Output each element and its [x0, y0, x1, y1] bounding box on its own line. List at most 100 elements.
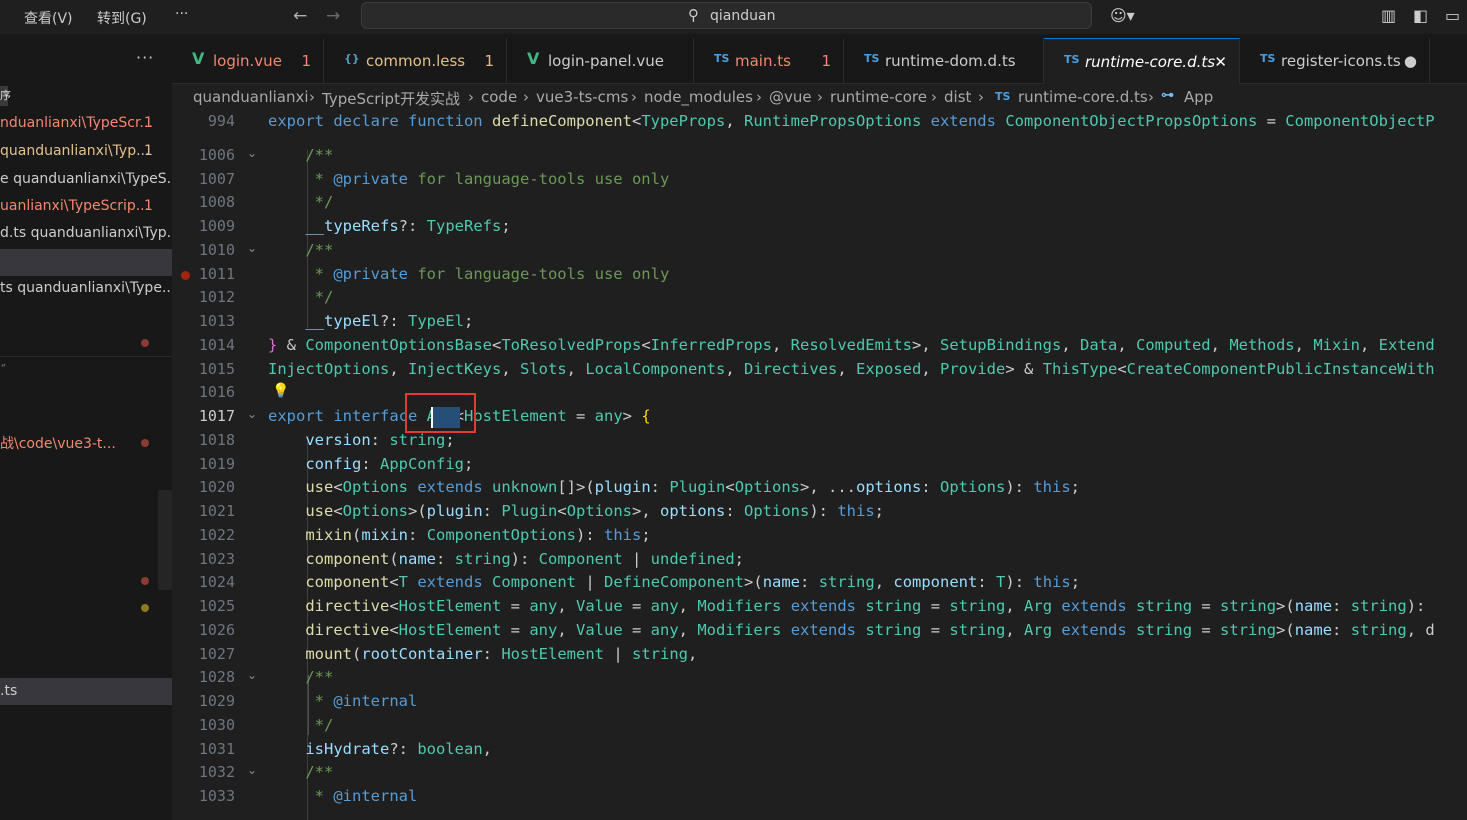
tab-runtime-dom-d-ts[interactable]: TS runtime-dom.d.ts [844, 38, 1044, 84]
code-line[interactable]: 1016 [172, 381, 1467, 405]
less-file-icon: {} [344, 52, 360, 65]
code-line[interactable]: 1029 * @internal [172, 690, 1467, 714]
command-search-input[interactable]: ⚲ qianduan [361, 2, 1092, 29]
typescript-file-icon: TS [714, 52, 730, 65]
layout-panels-icon[interactable]: ▥ [1381, 6, 1396, 25]
vue-file-icon: V [527, 49, 540, 68]
line-number: 1014 [198, 336, 235, 354]
breadcrumb-item[interactable]: runtime-core [830, 88, 927, 106]
sidebar-open-editor-item[interactable]: nduanlianxi\TypeScr... 1 [0, 110, 172, 137]
code-line[interactable]: 1025 directive<HostElement = any, Value … [172, 595, 1467, 619]
breadcrumb-item[interactable]: node_modules [644, 88, 753, 106]
open-editor-name: uanlianxi\TypeScrip... [0, 198, 150, 214]
code-line[interactable]: 1009 __typeRefs?: TypeRefs; [172, 215, 1467, 239]
code-line[interactable]: 1011 * @private for language-tools use o… [172, 263, 1467, 287]
sidebar-open-editor-item[interactable]: ts quanduanlianxi\Type... [0, 275, 172, 302]
tab-common-less[interactable]: {} common.less 1 [324, 38, 507, 84]
unsaved-dot-icon: ● [1403, 52, 1417, 70]
code-line[interactable]: 1020 use<Options extends unknown[]>(plug… [172, 476, 1467, 500]
fold-chevron-icon[interactable]: ⌄ [247, 241, 257, 255]
code-line[interactable]: 1019 config: AppConfig; [172, 453, 1467, 477]
line-number: 1018 [198, 431, 235, 449]
code-line[interactable]: 1031 isHydrate?: boolean, [172, 738, 1467, 762]
code-line[interactable]: 994 export declare function defineCompone… [172, 110, 1467, 134]
breadcrumb-item[interactable]: quanduanlianxi [193, 88, 309, 106]
fold-chevron-icon[interactable]: ⌄ [247, 763, 257, 777]
tab-label: login-panel.vue [548, 52, 664, 70]
code-text: * @internal [314, 787, 418, 805]
scrollbar[interactable] [158, 490, 172, 590]
menu-view[interactable]: 查看(V) [24, 8, 73, 28]
fold-chevron-icon[interactable]: ⌄ [247, 668, 257, 682]
line-number: 1026 [198, 621, 235, 639]
close-tab-icon[interactable]: ✕ [1214, 53, 1227, 71]
code-line[interactable]: 1012 */ [172, 286, 1467, 310]
code-line[interactable]: 1027 mount(rootContainer: HostElement | … [172, 643, 1467, 667]
code-line[interactable]: 1018 version: string; [172, 429, 1467, 453]
toggle-panel-icon[interactable]: ▭ [1445, 6, 1460, 25]
code-text: mount(rootContainer: HostElement | strin… [305, 645, 698, 663]
breadcrumb-item[interactable]: TypeScript开发实战 [322, 88, 460, 109]
code-line[interactable]: 1026 directive<HostElement = any, Value … [172, 619, 1467, 643]
breadcrumb-item[interactable]: dist [944, 88, 971, 106]
code-line[interactable]: 1033 * @internal [172, 785, 1467, 809]
menu-more-icon[interactable]: ··· [175, 6, 188, 22]
code-line[interactable]: 1032 ⌄ /** [172, 761, 1467, 785]
breadcrumb-separator-icon: › [523, 88, 529, 106]
code-line[interactable]: 1022 mixin(mixin: ComponentOptions): thi… [172, 524, 1467, 548]
problem-count-badge: 1 [301, 52, 311, 70]
typescript-file-icon: TS [995, 90, 1011, 103]
breadcrumb-item[interactable]: code [481, 88, 517, 106]
breadcrumb-item[interactable]: App [1184, 88, 1213, 106]
line-number: 1025 [198, 597, 235, 615]
code-editor[interactable]: 994 export declare function defineCompone… [172, 110, 1467, 820]
toggle-sidebar-icon[interactable]: ◧ [1413, 6, 1428, 25]
sidebar-open-editor-item[interactable]: uanlianxi\TypeScrip... 1 [0, 193, 172, 220]
copilot-icon[interactable]: ☺▾ [1110, 6, 1135, 25]
back-arrow-icon[interactable]: ← [293, 6, 307, 26]
sidebar-open-editor-item[interactable]: e quanduanlianxi\TypeS... [0, 166, 172, 193]
editor-tab-bar: Vlogin.vue 1 {} common.less 1 Vlogin-panel.vu… [172, 34, 1467, 84]
code-text: component(name: string): Component | und… [305, 550, 745, 568]
code-line[interactable]: 1017⌄export interface App<HostElement = … [172, 405, 1467, 429]
forward-arrow-icon[interactable]: → [326, 6, 340, 26]
sidebar-open-editor-item[interactable]: d.ts quanduanlianxi\Typ... [0, 220, 172, 247]
tab-register-icons-ts[interactable]: TS register-icons.ts ● [1240, 38, 1430, 84]
code-line[interactable]: 1023 component(name: string): Component … [172, 548, 1467, 572]
vue-file-icon: V [192, 49, 205, 68]
code-line[interactable]: 1030 */ [172, 714, 1467, 738]
open-editor-name: ts quanduanlianxi\Type... [0, 280, 172, 296]
code-line[interactable]: 1024 component<T extends Component | Def… [172, 571, 1467, 595]
sidebar-open-editors: ··· 序 nduanlianxi\TypeScr... 1 quanduanlia… [0, 34, 172, 820]
code-line[interactable]: 1007 * @private for language-tools use o… [172, 168, 1467, 192]
menu-goto[interactable]: 转到(G) [97, 8, 147, 28]
fold-chevron-icon[interactable]: ⌄ [247, 407, 257, 421]
tab-main-ts[interactable]: TS main.ts 1 [694, 38, 844, 84]
code-line[interactable]: 1008 */ [172, 191, 1467, 215]
breadcrumb-item[interactable]: runtime-core.d.ts [1018, 88, 1148, 106]
tab-login-panel-vue[interactable]: Vlogin-panel.vue [507, 38, 694, 84]
typescript-file-icon: TS [1260, 52, 1276, 65]
breakpoint-dot-icon[interactable] [181, 271, 190, 280]
tab-runtime-core-d-ts[interactable]: TS runtime-core.d.ts ✕ [1044, 38, 1240, 84]
code-line[interactable]: 1028 ⌄ /** [172, 666, 1467, 690]
breadcrumb-separator-icon: › [931, 88, 937, 106]
breadcrumb-item[interactable]: @vue [769, 88, 812, 106]
code-line[interactable]: 1014} & ComponentOptionsBase<ToResolvedP… [172, 334, 1467, 358]
breadcrumb-separator-icon: › [309, 88, 315, 106]
sidebar-open-editor-item[interactable]: quanduanlianxi\Typ... 1 [0, 138, 172, 165]
tab-login-vue[interactable]: Vlogin.vue 1 [172, 38, 324, 84]
lightbulb-icon[interactable]: 💡 [272, 383, 289, 399]
sidebar-bottom-item[interactable]: .ts [0, 678, 172, 705]
sidebar-more-icon[interactable]: ··· [136, 48, 154, 67]
line-number: 1016 [198, 383, 235, 401]
code-line[interactable]: 1006 ⌄ /** [172, 144, 1467, 168]
divider [0, 356, 172, 357]
code-line[interactable]: 1015 InjectOptions, InjectKeys, Slots, Lo… [172, 358, 1467, 382]
code-line[interactable]: 1021 use<Options>(plugin: Plugin<Options… [172, 500, 1467, 524]
title-bar: 查看(V) 转到(G) ··· ← → ⚲ qianduan ☺▾ ▥ ◧ ▭ [0, 0, 1467, 34]
code-line[interactable]: 1013 __typeEl?: TypeEl; [172, 310, 1467, 334]
breadcrumb-item[interactable]: vue3-ts-cms [536, 88, 628, 106]
fold-chevron-icon[interactable]: ⌄ [247, 146, 257, 160]
code-line[interactable]: 1010 ⌄ /** [172, 239, 1467, 263]
